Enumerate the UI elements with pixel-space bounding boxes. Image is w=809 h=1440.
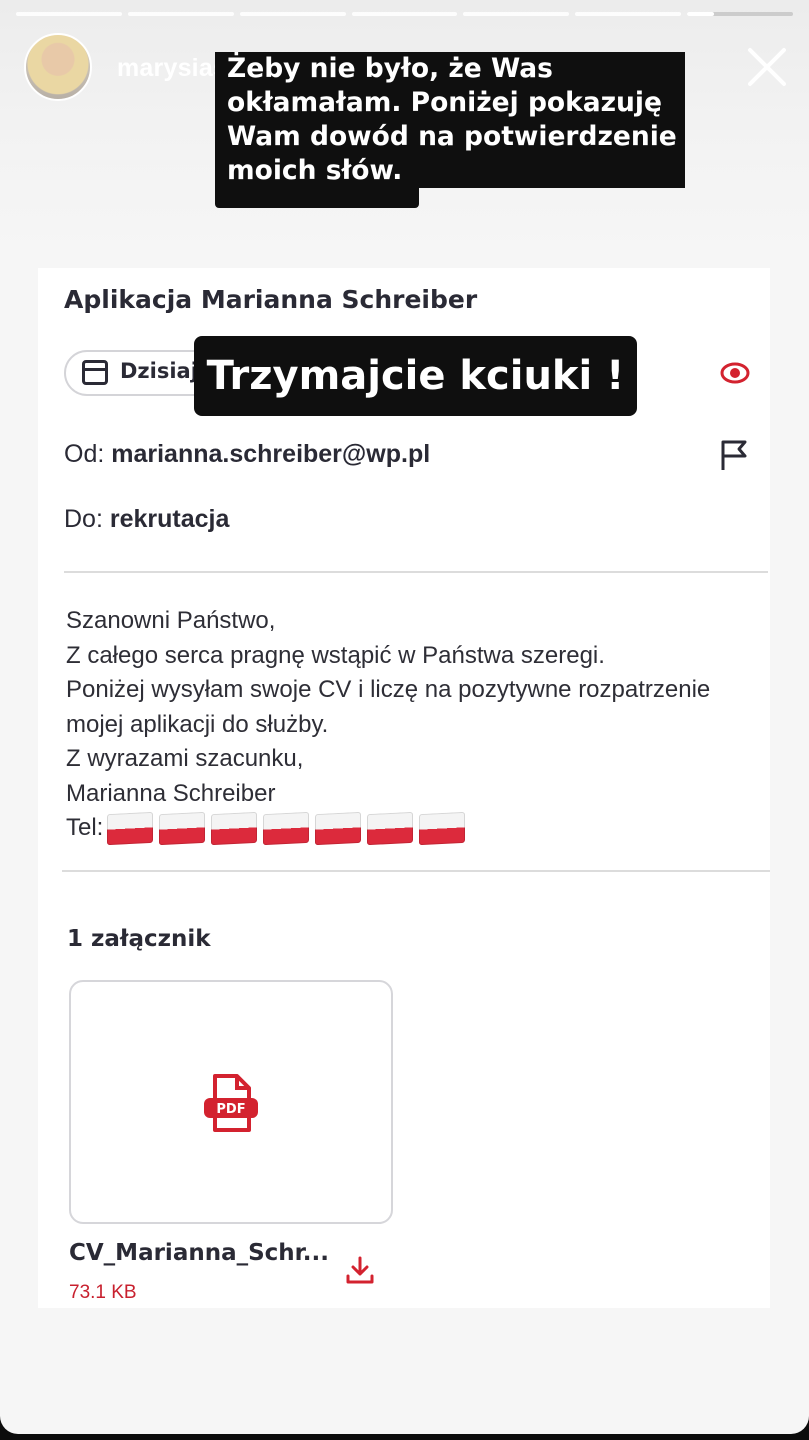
poland-flag-icon — [315, 811, 362, 845]
to-recipient: rekrutacja — [109, 505, 230, 533]
progress-segment — [351, 12, 458, 16]
poland-flag-icon — [211, 811, 258, 845]
to-label: Do: — [64, 505, 103, 533]
flag-icon[interactable] — [718, 438, 752, 472]
attachments-title: 1 załącznik — [67, 926, 211, 952]
avatar[interactable] — [24, 33, 92, 101]
story-viewer: marysiaschreiber 9 g Aplikacja Marianna … — [0, 0, 809, 1434]
progress-segment — [16, 12, 122, 16]
progress-segment — [575, 12, 682, 16]
from-label: Od: — [64, 440, 105, 468]
progress-segment — [127, 12, 234, 16]
attachment-file-name[interactable]: CV_Marianna_Schr... — [69, 1240, 329, 1266]
progress-segment — [687, 12, 794, 16]
body-line: Z wyrazami szacunku, — [66, 745, 304, 772]
pdf-icon-label: PDF — [216, 1102, 245, 1117]
body-line: Poniżej wysyłam swoje CV i liczę na pozy… — [66, 676, 711, 703]
divider — [64, 571, 768, 573]
from-address[interactable]: marianna.schreiber@wp.pl — [111, 440, 430, 468]
from-row: Od: marianna.schreiber@wp.pl — [64, 440, 430, 469]
story-progress-bar — [16, 12, 794, 16]
body-line: Szanowni Państwo, — [66, 607, 276, 634]
to-row: Do: rekrutacja — [64, 505, 229, 534]
attachment-file-size: 73.1 KB — [69, 1282, 137, 1303]
body-line: Z całego serca pragnę wstąpić w Państwa … — [66, 641, 605, 669]
progress-fill — [687, 12, 714, 16]
tel-label: Tel: — [66, 814, 104, 841]
progress-segment — [463, 12, 570, 16]
body-line: Marianna Schreiber — [66, 779, 276, 807]
tel-row: Tel: — [66, 811, 710, 846]
poland-flag-icon — [367, 811, 414, 845]
poland-flag-icon — [263, 811, 310, 845]
calendar-icon — [82, 360, 108, 385]
caption-line: Wam dowód na potwierdzenie — [215, 120, 685, 154]
close-icon[interactable] — [744, 44, 790, 90]
story-caption: Żeby nie było, że Was okłamałam. Poniżej… — [215, 52, 685, 188]
big-caption: Trzymajcie kciuki ! — [194, 336, 637, 416]
email-subject: Aplikacja Marianna Schreiber — [64, 285, 478, 314]
tel-flags — [107, 811, 471, 845]
progress-segment — [239, 12, 346, 16]
caption-line: okłamałam. Poniżej pokazuję — [215, 86, 685, 120]
pdf-file-icon: PDF — [204, 1074, 258, 1132]
eye-icon[interactable] — [720, 361, 750, 385]
poland-flag-icon — [419, 811, 466, 845]
download-icon[interactable] — [344, 1254, 376, 1286]
caption-line: Żeby nie było, że Was — [215, 52, 685, 86]
body-line: mojej aplikacji do służby. — [66, 710, 329, 738]
poland-flag-icon — [107, 811, 154, 845]
email-body: Szanowni Państwo, Z całego serca pragnę … — [66, 604, 710, 846]
caption-line: moich słów. — [215, 154, 685, 188]
divider — [62, 870, 770, 872]
poland-flag-icon — [159, 811, 206, 845]
